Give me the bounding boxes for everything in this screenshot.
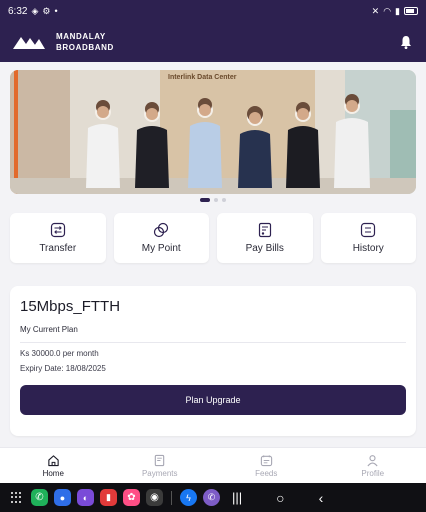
feeds-icon (260, 454, 272, 466)
brand-line-1: MANDALAY (56, 32, 106, 41)
nav-home-label: Home (42, 468, 64, 478)
brand-line-2: BROADBAND (56, 43, 114, 52)
nav-payments[interactable]: Payments (107, 448, 214, 483)
nav-payments-label: Payments (141, 468, 178, 478)
battery-icon (404, 7, 418, 15)
plan-name: 15Mbps_FTTH (20, 298, 121, 315)
brand-name: MANDALAY BROADBAND (56, 31, 114, 53)
profile-icon (367, 454, 378, 466)
banner-photo: Interlink Data Center (10, 70, 416, 194)
dot-icon: • (54, 6, 58, 16)
history-label: History (352, 243, 384, 254)
plan-upgrade-button[interactable]: Plan Upgrade (20, 385, 406, 415)
carousel-dot[interactable] (200, 198, 210, 202)
system-taskbar: ✆ ● ◐ ▮ ✿ ◉ ϟ ✆ ||| ○ ‹ (0, 483, 426, 512)
phone-app-icon[interactable]: ✆ (31, 489, 48, 506)
wifi-icon: ◠ (383, 6, 392, 16)
app-header: MANDALAY BROADBAND (0, 22, 426, 62)
pay-bills-icon (258, 222, 271, 238)
plan-expiry: Expiry Date: 18/08/2025 (20, 364, 106, 373)
notification-icon: ◈ (31, 6, 39, 16)
nav-profile-label: Profile (361, 468, 385, 478)
transfer-button[interactable]: Transfer (10, 213, 106, 263)
back-icon[interactable]: ‹ (319, 490, 324, 506)
bottom-navigation: Home Payments Feeds Profile (0, 447, 426, 483)
messages-app-icon[interactable]: ● (54, 489, 71, 506)
plan-price: Ks 30000.0 per month (20, 349, 99, 358)
status-time: 6:32 (8, 5, 28, 17)
current-plan-card: 15Mbps_FTTH My Current Plan Ks 30000.0 p… (10, 286, 416, 436)
messenger-app-icon[interactable]: ϟ (180, 489, 197, 506)
transfer-icon (50, 222, 65, 238)
carousel-dot[interactable] (222, 198, 226, 202)
recents-icon[interactable]: ||| (232, 490, 242, 505)
nav-home[interactable]: Home (0, 448, 107, 483)
promo-banner[interactable]: Interlink Data Center (10, 70, 416, 194)
quick-actions: Transfer My Point Pay Bills History (10, 213, 416, 263)
nav-feeds[interactable]: Feeds (213, 448, 320, 483)
my-point-label: My Point (141, 243, 181, 254)
red-app-icon[interactable]: ▮ (100, 489, 117, 506)
home-button-icon[interactable]: ○ (276, 490, 284, 506)
mute-icon: ✕ (371, 6, 380, 16)
history-icon (361, 222, 376, 238)
signal-icon: ▮ (395, 6, 400, 16)
point-icon (154, 222, 169, 238)
taskbar-divider (171, 490, 172, 505)
payments-icon (155, 454, 165, 466)
banner-sign-title: Interlink Data Center (168, 74, 237, 81)
gallery-app-icon[interactable]: ✿ (123, 489, 140, 506)
plan-subtitle: My Current Plan (20, 325, 78, 334)
carousel-indicator (0, 198, 426, 202)
my-point-button[interactable]: My Point (113, 213, 209, 263)
pay-bills-button[interactable]: Pay Bills (217, 213, 313, 263)
status-bar: 6:32 ◈ ⚙ • ✕ ◠ ▮ (0, 0, 426, 22)
history-button[interactable]: History (320, 213, 416, 263)
viber-app-icon[interactable]: ✆ (203, 489, 220, 506)
nav-profile[interactable]: Profile (320, 448, 426, 483)
pay-bills-label: Pay Bills (245, 243, 284, 254)
settings-icon: ⚙ (42, 6, 51, 16)
bell-icon[interactable] (398, 34, 414, 50)
transfer-label: Transfer (39, 243, 77, 254)
divider (20, 342, 406, 343)
nav-feeds-label: Feeds (255, 468, 278, 478)
mandalay-logo-icon (13, 37, 45, 49)
browser-app-icon[interactable]: ◐ (77, 489, 94, 506)
carousel-dot[interactable] (214, 198, 218, 202)
apps-grid-icon[interactable] (8, 489, 25, 506)
home-icon (48, 454, 59, 466)
camera-app-icon[interactable]: ◉ (146, 489, 163, 506)
